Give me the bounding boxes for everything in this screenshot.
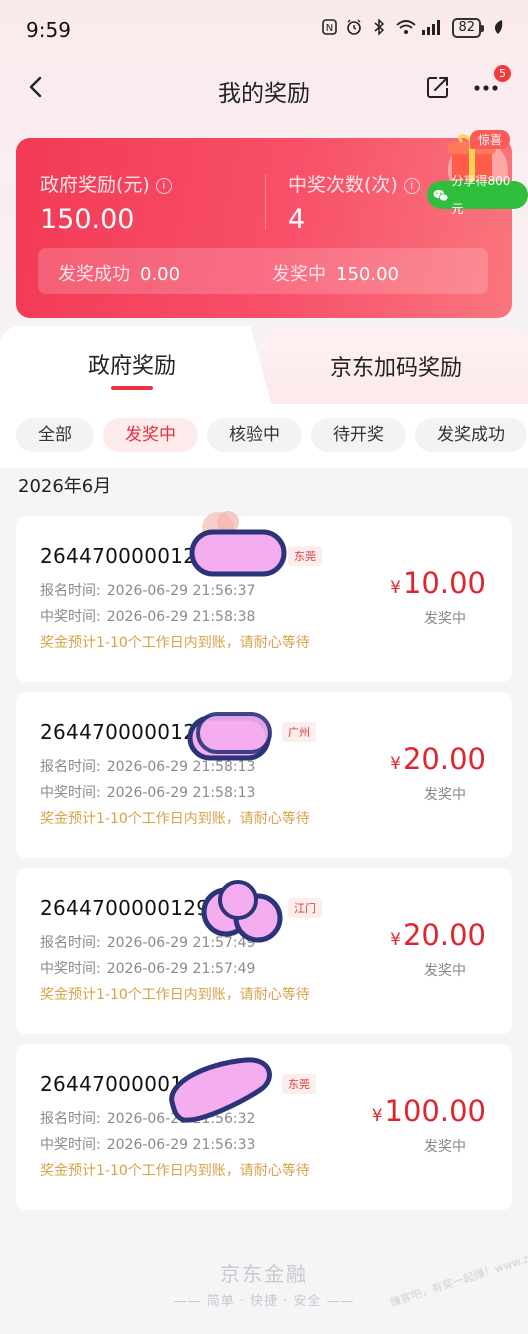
info-icon[interactable]: i [403, 178, 420, 194]
status-filter-chips: 全部 发奖中 核验中 待开奖 发奖成功 [16, 418, 528, 454]
wechat-icon [433, 189, 449, 201]
record-status: 发奖中 [424, 611, 466, 627]
city-tag: 东莞 [282, 1074, 316, 1094]
status-time: 9:59 [26, 18, 71, 42]
reward-amount: ¥100.00 [371, 1094, 486, 1128]
divider [265, 174, 266, 230]
filter-paid[interactable]: 发奖成功 [415, 418, 527, 452]
reward-amount: ¥20.00 [390, 742, 486, 776]
tab-label: 京东加码奖励 [330, 356, 463, 381]
record-status: 发奖中 [424, 1139, 466, 1155]
redaction-mark [169, 1057, 272, 1123]
footer-slogan: —— 简单 · 快捷 · 安全 —— [173, 1294, 355, 1309]
share-reward-button[interactable]: 分享得800元 [427, 174, 528, 216]
reward-record[interactable]: 2644700000129 东莞 报名时间: 2026-06-29 21:56:3… [16, 511, 512, 682]
paid-stat: 发奖成功 0.00 [58, 264, 181, 285]
record-status: 发奖中 [424, 963, 466, 979]
status-bar: 9:59 N 82 [0, 0, 528, 60]
nfc-icon: N [321, 19, 337, 37]
battery-icon: 82 [452, 18, 484, 38]
record-id: 2644700000129 [40, 896, 210, 920]
city-tag: 东莞 [288, 546, 322, 566]
reward-amount: ¥20.00 [390, 918, 486, 952]
filter-paying[interactable]: 发奖中 [103, 418, 198, 452]
win-time: 中奖时间: 2026-06-29 21:58:13 [40, 785, 256, 801]
payout-note: 奖金预计1-10个工作日内到账，请耐心等待 [40, 635, 310, 651]
month-header: 2026年6月 [18, 476, 112, 497]
filter-pending-draw[interactable]: 待开奖 [311, 418, 406, 452]
share-icon[interactable] [423, 72, 453, 102]
gov-reward-value: 150.00 [40, 204, 135, 235]
payout-note: 奖金预计1-10个工作日内到账，请耐心等待 [40, 811, 310, 827]
active-tab-indicator [111, 386, 153, 390]
paying-stat: 发奖中 150.00 [272, 264, 399, 285]
tab-jd-bonus[interactable]: 京东加码奖励 [262, 328, 528, 406]
reward-record[interactable]: 2644700000129 江门 报名时间: 2026-06-29 21:57:4… [16, 868, 512, 1034]
payout-note: 奖金预计1-10个工作日内到账，请耐心等待 [40, 1163, 310, 1179]
redaction-mark [201, 880, 283, 943]
reward-amount: ¥10.00 [390, 566, 486, 600]
tab-gov-reward[interactable]: 政府奖励 [0, 326, 272, 406]
win-time: 中奖时间: 2026-06-29 21:58:38 [40, 609, 256, 625]
reward-tabs: 京东加码奖励 政府奖励 [0, 326, 528, 406]
redaction-mark [187, 712, 272, 761]
signal-icon [421, 19, 443, 37]
payout-status-bar: 发奖成功 0.00 发奖中 150.00 [38, 248, 488, 294]
win-time: 中奖时间: 2026-06-29 21:56:33 [40, 1137, 256, 1153]
redaction-mark [189, 511, 287, 577]
alarm-icon [346, 19, 362, 37]
win-count-value: 4 [288, 204, 306, 235]
gov-reward-label: 政府奖励(元) i [40, 170, 172, 197]
bluetooth-icon [371, 18, 387, 37]
reward-record[interactable]: 2644700000129 广州 报名时间: 2026-06-29 21:58:1… [16, 692, 512, 858]
wifi-icon [396, 19, 417, 37]
notification-badge: 5 [494, 65, 511, 82]
payout-note: 奖金预计1-10个工作日内到账，请耐心等待 [40, 987, 310, 1003]
reward-record[interactable]: 26447000001 东莞 报名时间: 2026-06-29 21:56:32 … [16, 1044, 512, 1210]
filter-all[interactable]: 全部 [16, 418, 94, 452]
status-icons: N 82 [321, 18, 506, 38]
surprise-tag: 惊喜 [470, 130, 511, 149]
svg-text:N: N [326, 23, 333, 34]
filter-verifying[interactable]: 核验中 [207, 418, 302, 452]
record-status: 发奖中 [424, 787, 466, 803]
win-count-label: 中奖次数(次) i [288, 170, 420, 197]
nav-bar: 我的奖励 [0, 60, 528, 120]
leaf-icon [490, 19, 506, 37]
tab-label: 政府奖励 [88, 354, 177, 379]
win-time: 中奖时间: 2026-06-29 21:57:49 [40, 961, 256, 977]
record-id: 2644700000129 [40, 544, 210, 568]
city-tag: 江门 [288, 898, 322, 918]
info-icon[interactable]: i [155, 178, 172, 194]
city-tag: 广州 [282, 722, 316, 742]
